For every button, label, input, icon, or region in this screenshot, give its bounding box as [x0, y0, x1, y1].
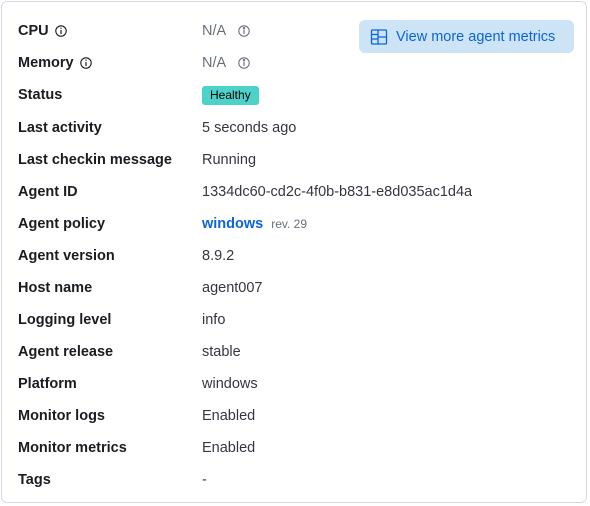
last-checkin-message-value: Running [202, 152, 257, 168]
info-icon[interactable] [238, 25, 250, 37]
dashboard-icon [370, 28, 388, 46]
view-more-agent-metrics-label: View more agent metrics [396, 28, 556, 45]
row-agent-release: Agent release stable [18, 342, 358, 362]
row-tags: Tags - [18, 470, 358, 490]
agent-version-label: Agent version [18, 248, 115, 264]
row-agent-id: Agent ID 1334dc60-cd2c-4f0b-b831-e8d035a… [18, 182, 472, 202]
info-icon[interactable] [54, 25, 67, 37]
last-activity-value: 5 seconds ago [202, 120, 297, 136]
row-status: Status Healthy [18, 85, 358, 105]
agent-policy-link[interactable]: windows [202, 216, 263, 232]
row-last-checkin-message: Last checkin message Running [18, 150, 358, 170]
cpu-label: CPU [18, 23, 49, 39]
row-memory: Memory N/A [18, 53, 358, 73]
logging-level-label: Logging level [18, 312, 112, 328]
host-name-value: agent007 [202, 280, 263, 296]
tags-value: - [202, 472, 207, 488]
row-platform: Platform windows [18, 374, 358, 394]
policy-revision: rev. 29 [271, 217, 308, 231]
platform-label: Platform [18, 376, 77, 392]
agent-version-value: 8.9.2 [202, 248, 235, 264]
row-logging-level: Logging level info [18, 310, 358, 330]
row-agent-version: Agent version 8.9.2 [18, 246, 358, 266]
info-icon[interactable] [238, 57, 250, 69]
platform-value: windows [202, 376, 258, 392]
agent-release-label: Agent release [18, 344, 114, 360]
monitor-logs-value: Enabled [202, 408, 256, 424]
status-badge: Healthy [202, 85, 259, 105]
memory-label: Memory [18, 55, 74, 71]
view-more-agent-metrics-button[interactable]: View more agent metrics [359, 20, 574, 53]
row-last-activity: Last activity 5 seconds ago [18, 118, 358, 138]
monitor-logs-label: Monitor logs [18, 408, 105, 424]
host-name-label: Host name [18, 280, 93, 296]
row-host-name: Host name agent007 [18, 278, 358, 298]
last-activity-label: Last activity [18, 120, 102, 136]
cpu-value: N/A [202, 23, 227, 39]
row-agent-policy: Agent policy windows rev. 29 [18, 214, 358, 234]
last-checkin-message-label: Last checkin message [18, 152, 172, 168]
status-label: Status [18, 87, 63, 103]
row-monitor-logs: Monitor logs Enabled [18, 406, 358, 426]
agent-id-value: 1334dc60-cd2c-4f0b-b831-e8d035ac1d4a [202, 184, 473, 200]
row-cpu: CPU N/A [18, 21, 358, 41]
row-monitor-metrics: Monitor metrics Enabled [18, 438, 358, 458]
monitor-metrics-value: Enabled [202, 440, 256, 456]
logging-level-value: info [202, 312, 226, 328]
info-icon[interactable] [79, 57, 92, 69]
monitor-metrics-label: Monitor metrics [18, 440, 127, 456]
agent-details-panel: View more agent metrics CPU N/A Memory N… [1, 1, 587, 503]
agent-release-value: stable [202, 344, 241, 360]
agent-id-label: Agent ID [18, 184, 78, 200]
memory-value: N/A [202, 55, 227, 71]
agent-policy-label: Agent policy [18, 216, 106, 232]
tags-label: Tags [18, 472, 51, 488]
